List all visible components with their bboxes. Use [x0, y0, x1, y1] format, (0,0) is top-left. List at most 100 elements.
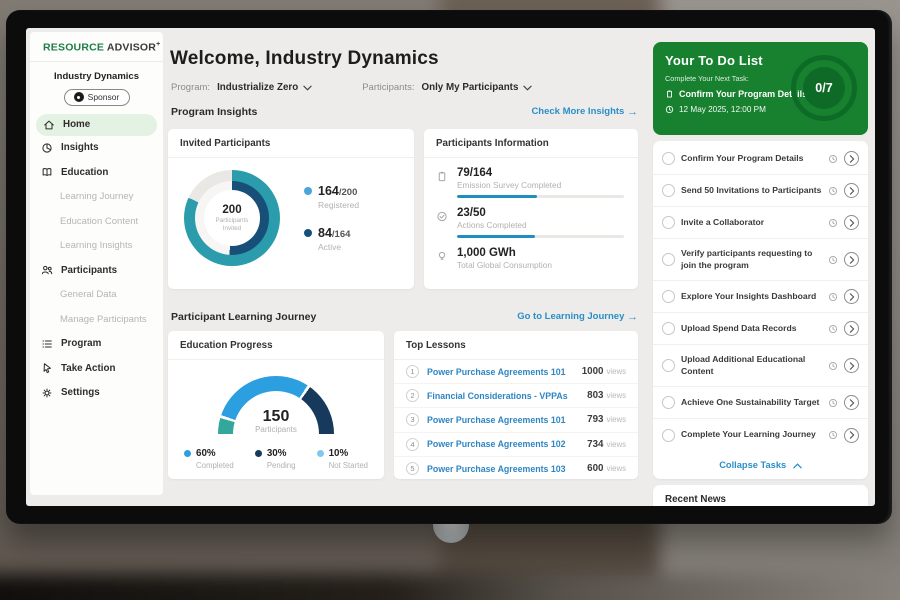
lesson-views-unit: views	[607, 367, 627, 376]
legend-label: Completed	[196, 461, 234, 470]
top-lessons-card: Top Lessons 1 Power Purchase Agreements …	[394, 331, 638, 479]
logo-secondary: ADVISOR	[107, 42, 156, 54]
learning-journey-header: Participant Learning Journey Go to Learn…	[171, 311, 638, 323]
program-filter-dropdown[interactable]: Industrialize Zero	[217, 82, 312, 93]
donut-center-label: Participants	[216, 217, 249, 224]
task-checkbox[interactable]	[662, 396, 675, 409]
task-label: Verify participants requesting to join t…	[681, 248, 822, 270]
task-checkbox[interactable]	[662, 322, 675, 335]
sidebar-item-education[interactable]: Education	[30, 160, 163, 185]
chevron-right-icon[interactable]	[844, 215, 859, 230]
chevron-right-icon[interactable]	[844, 428, 859, 443]
lesson-link[interactable]: Power Purchase Agreements 101	[427, 415, 579, 425]
lesson-link[interactable]: Power Purchase Agreements 102	[427, 439, 579, 449]
sidebar-item-education-content[interactable]: Education Content	[30, 209, 163, 234]
lesson-row: 1 Power Purchase Agreements 101 1000view…	[394, 360, 638, 384]
info-label: Total Global Consumption	[457, 260, 624, 270]
chevron-right-icon[interactable]	[844, 252, 859, 267]
task-row[interactable]: Explore Your Insights Dashboard	[653, 281, 868, 313]
task-label: Achieve One Sustainability Target	[681, 397, 822, 408]
task-row[interactable]: Confirm Your Program Details	[653, 143, 868, 175]
lesson-rank: 4	[406, 438, 419, 451]
sidebar-item-home[interactable]: Home	[36, 114, 157, 136]
logo-plus: +	[156, 41, 160, 48]
lesson-views-unit: views	[607, 415, 627, 424]
todo-summary-card: Your To Do List Complete Your Next Task:…	[653, 42, 868, 135]
task-row[interactable]: Upload Spend Data Records	[653, 313, 868, 345]
sidebar-item-insights[interactable]: Insights	[30, 136, 163, 161]
task-row[interactable]: Send 50 Invitations to Participants	[653, 175, 868, 207]
info-label: Actions Completed	[457, 220, 624, 230]
task-checkbox[interactable]	[662, 216, 675, 229]
sponsor-badge[interactable]: Sponsor	[64, 89, 130, 106]
lesson-link[interactable]: Financial Considerations - VPPAs	[427, 391, 579, 401]
chevron-right-icon[interactable]	[844, 321, 859, 336]
home-icon	[43, 119, 55, 131]
legend-item-pending: 30% Pending	[255, 448, 296, 470]
sidebar-nav: Home Insights Education Learning Journey…	[30, 114, 163, 406]
sidebar-item-take-action[interactable]: Take Action	[30, 356, 163, 381]
arrow-right-icon: →	[627, 106, 638, 118]
lesson-rank: 3	[406, 413, 419, 426]
sidebar-item-label: Education	[61, 167, 108, 178]
donut-legend: 164/200 Registered 84/164 Active	[304, 184, 359, 252]
sidebar-item-learning-journey[interactable]: Learning Journey	[30, 185, 163, 210]
todo-progress-ring: 0/7	[791, 55, 857, 121]
task-row[interactable]: Upload Additional Educational Content	[653, 345, 868, 387]
sidebar-item-label: Take Action	[61, 363, 115, 374]
lesson-rank: 2	[406, 389, 419, 402]
task-checkbox[interactable]	[662, 152, 675, 165]
sidebar-item-label: General Data	[60, 289, 117, 300]
sidebar-item-general-data[interactable]: General Data	[30, 283, 163, 308]
task-checkbox[interactable]	[662, 253, 675, 266]
task-checkbox[interactable]	[662, 429, 675, 442]
legend-label: Not Started	[329, 461, 368, 470]
chevron-right-icon[interactable]	[844, 395, 859, 410]
progress-bar-actions	[457, 235, 624, 238]
task-checkbox[interactable]	[662, 290, 675, 303]
clipboard-icon	[436, 170, 448, 198]
list-icon	[41, 338, 53, 350]
legend-label: Pending	[267, 461, 296, 470]
participants-filter-dropdown[interactable]: Only My Participants	[421, 82, 532, 93]
chevron-right-icon[interactable]	[844, 358, 859, 373]
clock-icon	[828, 292, 838, 302]
task-row[interactable]: Invite a Collaborator	[653, 207, 868, 239]
task-label: Complete Your Learning Journey	[681, 429, 822, 440]
chevron-right-icon[interactable]	[844, 289, 859, 304]
lesson-views-unit: views	[607, 440, 627, 449]
sidebar-item-learning-insights[interactable]: Learning Insights	[30, 234, 163, 259]
task-checkbox[interactable]	[662, 184, 675, 197]
go-to-learning-journey-link[interactable]: Go to Learning Journey →	[517, 311, 638, 323]
legend-item-completed: 60% Completed	[184, 448, 234, 470]
lesson-row: 4 Power Purchase Agreements 102 734views	[394, 433, 638, 457]
sidebar-item-program[interactable]: Program	[30, 332, 163, 357]
task-checkbox[interactable]	[662, 359, 675, 372]
book-icon	[41, 166, 53, 178]
lesson-link[interactable]: Power Purchase Agreements 103	[427, 464, 579, 474]
sidebar-item-manage-participants[interactable]: Manage Participants	[30, 307, 163, 332]
sidebar-item-participants[interactable]: Participants	[30, 258, 163, 283]
lesson-views: 793	[587, 414, 603, 425]
task-row[interactable]: Complete Your Learning Journey	[653, 419, 868, 451]
lesson-views: 803	[587, 390, 603, 401]
lesson-views-unit: views	[607, 391, 627, 400]
chevron-down-icon	[303, 85, 312, 91]
pie-chart-icon	[41, 142, 53, 154]
legend-dot	[255, 450, 262, 457]
lesson-row: 3 Power Purchase Agreements 101 793 views	[394, 408, 638, 432]
lightbulb-icon	[436, 250, 448, 270]
collapse-tasks-link[interactable]: Collapse Tasks	[653, 451, 868, 470]
chevron-right-icon[interactable]	[844, 151, 859, 166]
sidebar-item-settings[interactable]: Settings	[30, 381, 163, 406]
check-more-insights-link[interactable]: Check More Insights →	[531, 106, 638, 118]
task-row[interactable]: Achieve One Sustainability Target	[653, 387, 868, 419]
lesson-link[interactable]: Power Purchase Agreements 101	[427, 367, 574, 377]
chevron-right-icon[interactable]	[844, 183, 859, 198]
lesson-row: 2 Financial Considerations - VPPAs 803 vi…	[394, 384, 638, 408]
task-row[interactable]: Verify participants requesting to join t…	[653, 239, 868, 281]
filters-row: Program: Industrialize Zero Participants…	[171, 82, 532, 93]
app-logo: RESOURCE ADVISOR+	[30, 32, 163, 62]
legend-dot	[317, 450, 324, 457]
link-label: Check More Insights	[531, 106, 624, 117]
